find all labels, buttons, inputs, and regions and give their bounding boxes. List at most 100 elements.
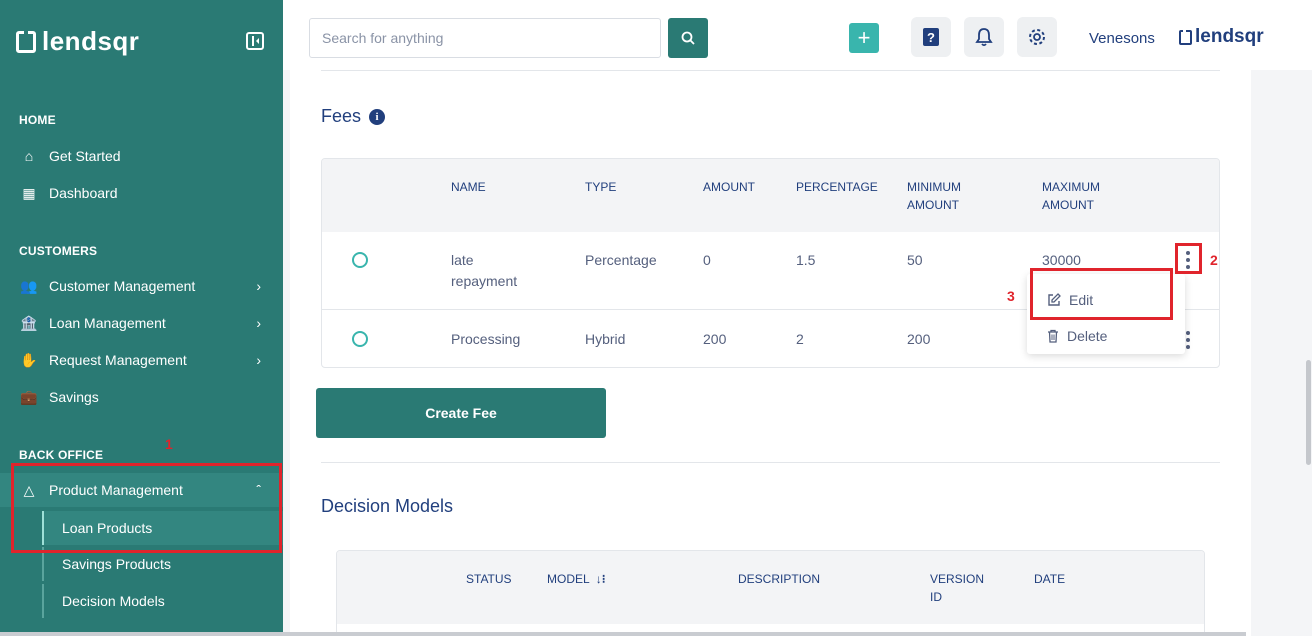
col-model[interactable]: MODEL ↓⁝	[547, 570, 606, 588]
sort-icon: ↓⁝	[595, 572, 606, 586]
delete-menu-item[interactable]: Delete	[1047, 328, 1107, 344]
bank-icon: 🏦	[20, 314, 38, 331]
col-type: TYPE	[585, 180, 617, 194]
cell-type: Hybrid	[585, 331, 626, 347]
home-icon: ⌂	[24, 148, 34, 164]
notifications-button[interactable]	[964, 17, 1004, 57]
vertical-scrollbar[interactable]	[1306, 360, 1311, 465]
header-logo-text: lendsqr	[1195, 26, 1264, 47]
top-header: + ? Venesons lendsqr	[283, 0, 1312, 70]
cell-type: Percentage	[585, 252, 657, 268]
add-button[interactable]: +	[849, 23, 879, 53]
annotation-number-1: 1	[165, 436, 173, 452]
sidebar-logo[interactable]: lendsqr	[16, 26, 139, 57]
row-select-radio[interactable]	[352, 331, 368, 347]
col-status: STATUS	[466, 572, 512, 586]
cell-percentage: 1.5	[796, 252, 816, 268]
sidebar-item-label: Customer Management	[49, 278, 196, 294]
gear-icon	[1029, 29, 1045, 45]
section-back-office: BACK OFFICE	[19, 448, 104, 462]
col-label-line: ID	[930, 590, 942, 604]
cell-text-line: late	[451, 252, 474, 268]
trash-icon	[1048, 329, 1058, 343]
annotation-box-2	[1175, 243, 1202, 274]
chevron-right-icon: ›	[256, 278, 261, 294]
search-input[interactable]	[309, 18, 661, 58]
sidebar-item-label: Dashboard	[49, 185, 118, 201]
annotation-box-3	[1030, 268, 1173, 320]
delete-label: Delete	[1067, 328, 1108, 344]
annotation-number-3: 3	[1007, 288, 1015, 304]
sidebar-subitem-decision-models[interactable]: Decision Models	[42, 584, 283, 618]
user-name[interactable]: Venesons	[1089, 30, 1155, 47]
row-actions-kebab-icon[interactable]	[1186, 331, 1192, 352]
divider	[321, 70, 1220, 71]
annotation-number-2: 2	[1210, 252, 1218, 268]
sidebar-item-dashboard[interactable]: ▦ Dashboard	[0, 176, 283, 210]
divider	[321, 462, 1220, 463]
chevron-right-icon: ›	[256, 315, 261, 331]
sidebar-item-label: Loan Management	[49, 315, 166, 331]
settings-button[interactable]	[1017, 17, 1057, 57]
sidebar-item-customer-management[interactable]: 👥 Customer Management ›	[0, 269, 283, 303]
col-name: NAME	[451, 180, 486, 194]
sidebar-item-request-management[interactable]: ✋ Request Management ›	[0, 343, 283, 377]
chevron-right-icon: ›	[256, 352, 261, 368]
product-detail-card: Fees i NAME TYPE AMOUNT PERCENTAGE MINIM…	[290, 70, 1251, 636]
header-logo: lendsqr	[1179, 26, 1264, 48]
col-label-line: MINIMUM	[907, 180, 961, 194]
col-label-line: VERSION	[930, 572, 985, 586]
collapse-sidebar-icon[interactable]	[246, 32, 264, 50]
col-label-line: AMOUNT	[1042, 198, 1094, 212]
search-icon	[681, 31, 695, 45]
col-label-line: MAXIMUM	[1042, 180, 1100, 194]
search-button[interactable]	[668, 18, 708, 58]
fees-title: Fees	[321, 106, 362, 126]
fees-table-header: NAME TYPE AMOUNT PERCENTAGE MINIMUM AMOU…	[322, 159, 1219, 232]
horizontal-scrollbar[interactable]	[0, 632, 1246, 636]
cell-name: Processing	[451, 331, 521, 347]
col-version-id: VERSION ID	[930, 570, 984, 606]
cell-text-line: repayment	[451, 273, 518, 289]
col-description: DESCRIPTION	[738, 572, 821, 586]
col-maximum-amount: MAXIMUM AMOUNT	[1042, 178, 1100, 214]
col-minimum-amount: MINIMUM AMOUNT	[907, 178, 961, 214]
lendsqr-logo-icon	[16, 30, 36, 53]
dashboard-icon: ▦	[22, 184, 36, 201]
col-label-line: AMOUNT	[907, 198, 959, 212]
sidebar-item-loan-management[interactable]: 🏦 Loan Management ›	[0, 306, 283, 340]
sidebar-item-label: Request Management	[49, 352, 187, 368]
help-button[interactable]: ?	[911, 17, 951, 57]
section-home: HOME	[19, 113, 56, 127]
logo-text: lendsqr	[42, 26, 140, 56]
cell-name: late repayment	[451, 250, 517, 292]
col-model-label: MODEL	[547, 572, 590, 586]
bell-icon	[975, 28, 993, 47]
annotation-box-1	[11, 463, 282, 553]
cell-minimum: 200	[907, 331, 931, 347]
lendsqr-logo-icon	[1179, 28, 1192, 45]
plus-icon: +	[857, 25, 871, 50]
fees-heading: Fees i	[321, 106, 386, 127]
decision-models-table-header: STATUS MODEL ↓⁝ DESCRIPTION VERSION ID D…	[337, 551, 1204, 624]
cell-percentage: 2	[796, 331, 804, 347]
col-percentage: PERCENTAGE	[796, 180, 878, 194]
cell-minimum: 50	[907, 252, 923, 268]
sidebar-item-get-started[interactable]: ⌂ Get Started	[0, 139, 283, 173]
users-icon: 👥	[20, 277, 38, 294]
cell-amount: 200	[703, 331, 727, 347]
briefcase-icon: 💼	[20, 388, 38, 405]
help-icon: ?	[923, 28, 939, 46]
decision-models-title: Decision Models	[321, 496, 454, 516]
request-icon: ✋	[20, 351, 38, 368]
svg-text:?: ?	[927, 30, 935, 45]
create-fee-button[interactable]: Create Fee	[316, 388, 606, 438]
cell-amount: 0	[703, 252, 711, 268]
decision-models-table: STATUS MODEL ↓⁝ DESCRIPTION VERSION ID D…	[336, 550, 1205, 636]
col-date: DATE	[1034, 572, 1066, 586]
info-icon[interactable]: i	[369, 108, 386, 125]
section-customers: CUSTOMERS	[19, 244, 98, 258]
sidebar-item-savings[interactable]: 💼 Savings	[0, 380, 283, 414]
col-amount: AMOUNT	[703, 180, 755, 194]
row-select-radio[interactable]	[352, 252, 368, 268]
